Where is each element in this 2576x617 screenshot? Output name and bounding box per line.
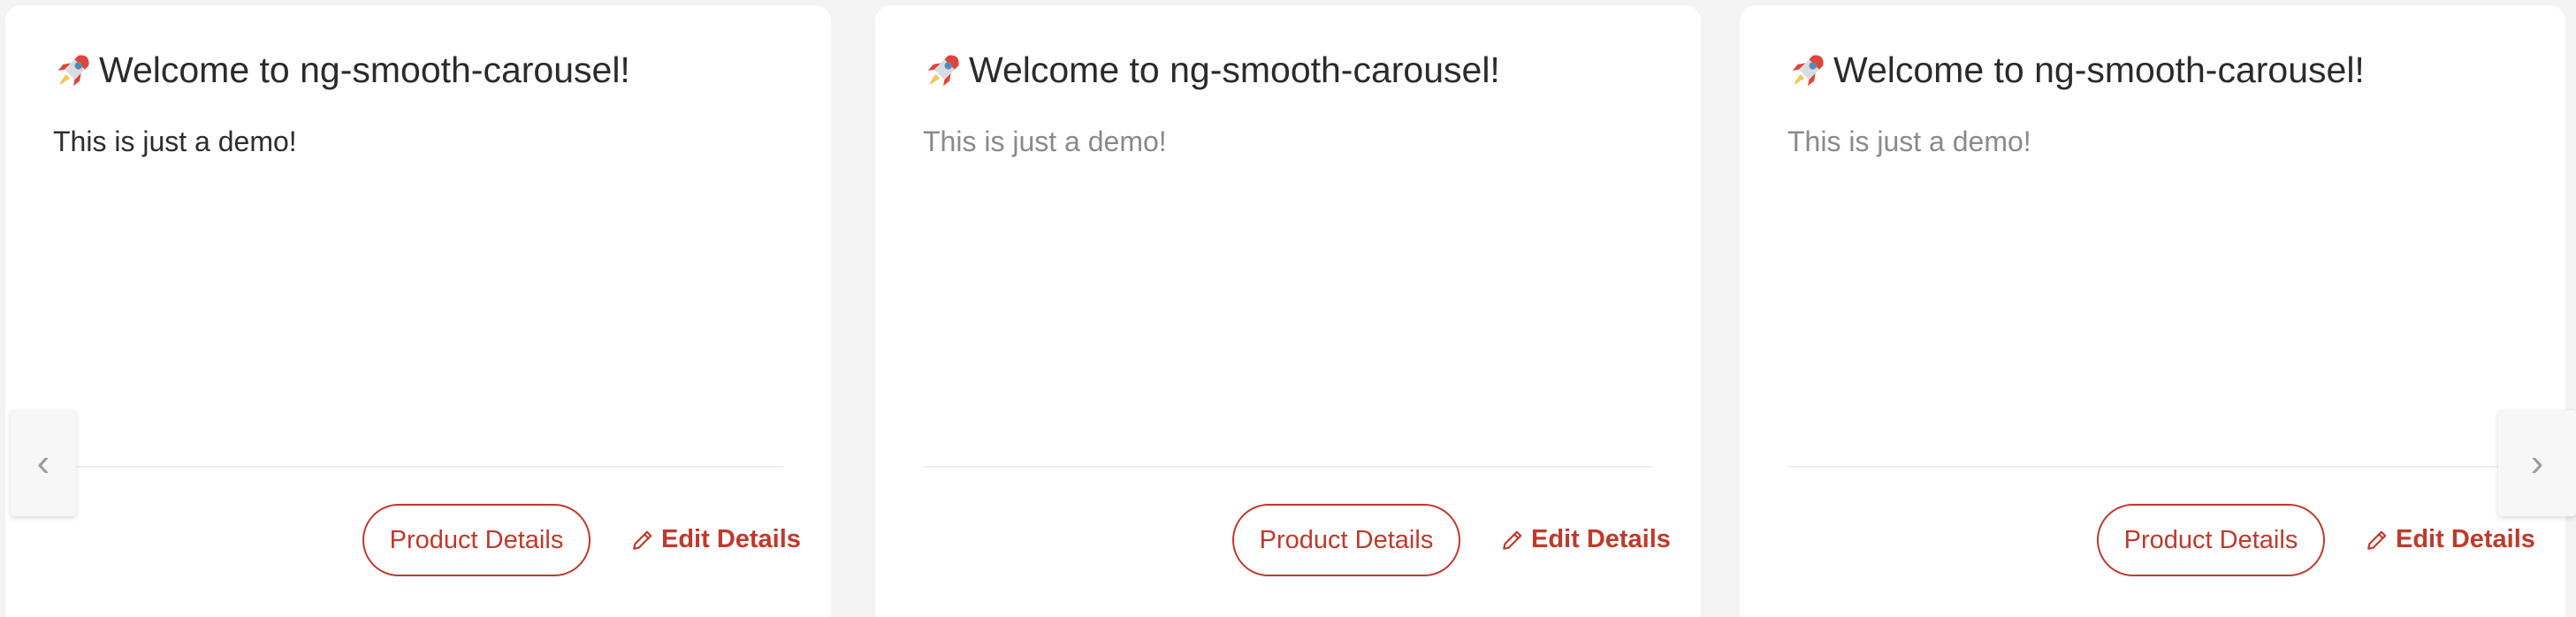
pencil-icon: [2367, 530, 2387, 550]
card-description: This is just a demo!: [923, 126, 1167, 157]
carousel: Welcome to ng-smooth-carousel! This is j…: [0, 0, 2576, 617]
carousel-card: Welcome to ng-smooth-carousel! This is j…: [875, 5, 1701, 617]
chevron-right-icon: ›: [2530, 441, 2544, 484]
card-divider: [53, 466, 783, 468]
edit-details-label: Edit Details: [661, 525, 801, 553]
carousel-prev-button[interactable]: ‹: [11, 410, 76, 516]
card-description: This is just a demo!: [53, 126, 297, 157]
carousel-next-button[interactable]: ›: [2498, 410, 2576, 516]
edit-details-label: Edit Details: [2396, 525, 2535, 553]
product-details-button[interactable]: Product Details: [2097, 504, 2325, 576]
card-title: Welcome to ng-smooth-carousel!: [1787, 50, 2365, 91]
pencil-icon: [1503, 530, 1522, 550]
pencil-icon: [633, 530, 652, 550]
carousel-card: Welcome to ng-smooth-carousel! This is j…: [1740, 5, 2565, 617]
edit-details-button[interactable]: Edit Details: [2366, 525, 2535, 554]
rocket-icon: [927, 54, 959, 86]
card-title: Welcome to ng-smooth-carousel!: [923, 50, 1500, 91]
edit-details-label: Edit Details: [1531, 525, 1671, 553]
edit-details-button[interactable]: Edit Details: [631, 525, 801, 554]
card-title-text: Welcome to ng-smooth-carousel!: [969, 50, 1500, 90]
card-title: Welcome to ng-smooth-carousel!: [53, 50, 630, 91]
card-title-text: Welcome to ng-smooth-carousel!: [1833, 50, 2365, 90]
card-description: This is just a demo!: [1787, 126, 2031, 157]
chevron-left-icon: ‹: [36, 441, 50, 484]
product-details-button[interactable]: Product Details: [1232, 504, 1460, 576]
card-divider: [923, 466, 1653, 468]
rocket-icon: [1792, 54, 1824, 86]
product-details-button[interactable]: Product Details: [362, 504, 591, 576]
carousel-card: Welcome to ng-smooth-carousel! This is j…: [5, 5, 831, 617]
card-divider: [1787, 466, 2518, 468]
edit-details-button[interactable]: Edit Details: [1501, 525, 1671, 554]
card-title-text: Welcome to ng-smooth-carousel!: [99, 50, 630, 90]
rocket-icon: [57, 54, 89, 86]
